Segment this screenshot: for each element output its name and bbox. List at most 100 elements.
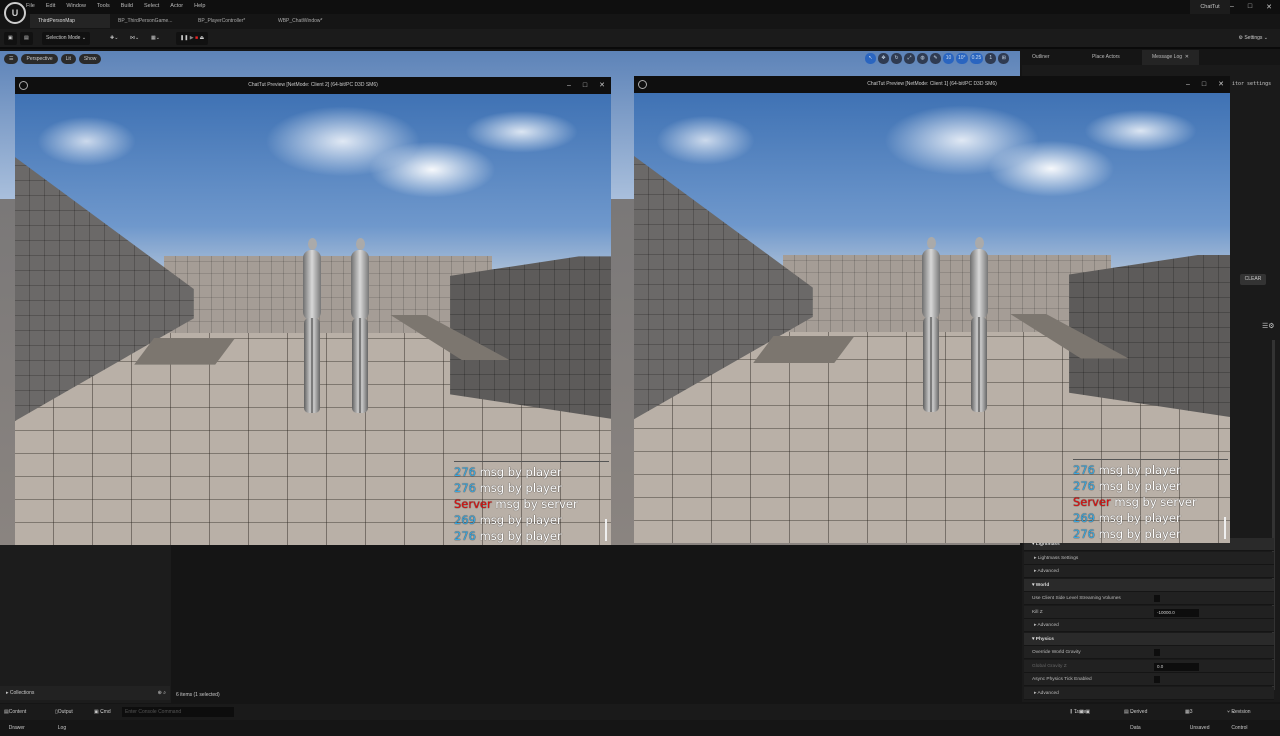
details-row: Async Physics Tick Enabled: [1024, 673, 1274, 686]
menu-tools[interactable]: Tools: [97, 3, 110, 9]
minimize-icon[interactable]: –: [567, 77, 571, 94]
chat-message: Server msg by server: [454, 496, 609, 512]
chat-sender: 276: [1073, 479, 1095, 493]
menu-edit[interactable]: Edit: [46, 3, 55, 9]
console-input[interactable]: Enter Console Command: [122, 707, 234, 717]
clear-button[interactable]: CLEAR: [1240, 274, 1266, 285]
minimize-icon[interactable]: –: [1230, 3, 1234, 11]
eject-icon[interactable]: ⏏: [199, 35, 204, 41]
chat-text: msg by server: [495, 497, 578, 511]
row-label: Advanced: [1037, 623, 1059, 628]
row-checkbox[interactable]: [1154, 595, 1160, 602]
stop-icon[interactable]: ■: [195, 35, 198, 41]
cinematics-icon[interactable]: ▦⌄: [147, 32, 164, 45]
maximize-icon[interactable]: □: [1202, 76, 1206, 93]
output-log-button[interactable]: ▯ Output Log: [55, 704, 73, 731]
viewport-transform-tools: ↖ ✥ ↻ ⤢ ◍ ✎ 10 10° 0.25 1 ⊞: [865, 53, 1010, 64]
menu-help[interactable]: Help: [194, 3, 205, 9]
row-value-input[interactable]: 0.0: [1154, 662, 1199, 671]
camera-speed[interactable]: 1: [985, 53, 997, 64]
maximize-icon[interactable]: □: [1248, 3, 1252, 11]
tab-wbp-chatwindow[interactable]: WBP_ChatWindow*: [270, 14, 350, 28]
blueprint-icon[interactable]: ⋈⌄: [126, 32, 143, 45]
derived-data-button[interactable]: ▤ Derived Data ⌄: [1124, 704, 1147, 731]
chat-text: msg by player: [479, 529, 562, 543]
layout-icon[interactable]: ⊞: [998, 53, 1010, 64]
tab-message-log[interactable]: Message Log ✕: [1142, 50, 1199, 65]
tab-bp-thirdpersongame[interactable]: BP_ThirdPersonGame...: [110, 14, 190, 28]
chat-text: msg by player: [479, 513, 562, 527]
unreal-icon: [638, 80, 647, 89]
show-button[interactable]: Show: [78, 54, 102, 64]
trace-button[interactable]: ⫼ Trace ⌄ ▣ ▣: [1070, 704, 1090, 720]
details-category[interactable]: ▾ World: [1024, 578, 1274, 592]
chat-text: msg by player: [1098, 463, 1181, 477]
game-view[interactable]: 276 msg by player 276 msg by player Server…: [634, 93, 1230, 543]
tab-place-actors[interactable]: Place Actors: [1082, 50, 1142, 65]
close-icon[interactable]: ✕: [1218, 76, 1224, 93]
row-label: Advanced: [1037, 569, 1059, 574]
tab-bp-playercontroller[interactable]: BP_PlayerController*: [190, 14, 270, 28]
close-icon[interactable]: ✕: [599, 77, 605, 94]
row-label: World: [1035, 582, 1050, 588]
settings-button[interactable]: ⚙ Settings ⌄: [1234, 32, 1272, 45]
details-row[interactable]: ▸ Advanced: [1024, 619, 1274, 632]
menu-actor[interactable]: Actor: [170, 3, 183, 9]
save-icon[interactable]: ▣: [4, 32, 17, 45]
details-row[interactable]: ▸ Advanced: [1024, 565, 1274, 578]
row-label: Lightmass Settings: [1037, 555, 1079, 561]
settings-icon[interactable]: ☰⚙: [1262, 322, 1275, 330]
lit-button[interactable]: Lit: [60, 54, 76, 64]
chat-window: 276 msg by player 276 msg by player Server…: [1073, 459, 1228, 541]
rotate-icon[interactable]: ↻: [891, 53, 902, 64]
menu-window[interactable]: Window: [66, 3, 86, 9]
chat-sender: Server: [454, 497, 492, 511]
details-row[interactable]: ▸ Advanced: [1024, 686, 1274, 700]
select-icon[interactable]: ↖: [865, 53, 876, 64]
collections-header[interactable]: ▸ Collections ⊕ ⌕: [0, 686, 170, 700]
browse-icon[interactable]: ▤: [20, 32, 33, 45]
collections-add-icon[interactable]: ⊕ ⌕: [158, 686, 166, 700]
chat-text: msg by player: [479, 465, 562, 479]
row-checkbox[interactable]: [1154, 649, 1160, 656]
viewport-menu-icon[interactable]: ☰: [4, 54, 19, 64]
chat-scrollbar[interactable]: [605, 519, 607, 541]
selection-mode-button[interactable]: Selection Mode ⌄: [42, 32, 91, 45]
scale-icon[interactable]: ⤢: [904, 53, 915, 64]
menu-file[interactable]: File: [26, 3, 35, 9]
surface-snap-icon[interactable]: ✎: [930, 53, 941, 64]
cmd-dropdown[interactable]: ▣ Cmd ⌄: [94, 704, 111, 720]
pause-icon[interactable]: ❚❚: [180, 35, 188, 41]
scale-snap[interactable]: 0.25: [969, 53, 984, 64]
chat-message: 276 msg by player: [454, 464, 609, 480]
add-actor-icon[interactable]: ✚⌄: [106, 32, 122, 45]
grid-snap[interactable]: 10: [943, 53, 954, 64]
preview-window-client-2: ChatTut Preview [NetMode: Client 2] (64-…: [15, 77, 611, 545]
chat-scrollbar[interactable]: [1224, 517, 1226, 539]
details-row[interactable]: ▸ Lightmass Settings: [1024, 551, 1274, 565]
move-icon[interactable]: ✥: [878, 53, 889, 64]
game-view[interactable]: 276 msg by player 276 msg by player Server…: [15, 94, 611, 545]
advance-icon[interactable]: ▶: [190, 35, 194, 41]
maximize-icon[interactable]: □: [583, 77, 587, 94]
world-icon[interactable]: ◍: [917, 53, 928, 64]
chat-text: msg by player: [479, 481, 562, 495]
menu-build[interactable]: Build: [121, 3, 133, 9]
tab-thirdpersonmap[interactable]: ThirdPersonMap: [30, 14, 110, 28]
close-icon[interactable]: ✕: [1266, 3, 1272, 11]
chat-sender: 276: [454, 481, 476, 495]
tab-outliner[interactable]: Outliner: [1022, 50, 1082, 65]
menu-select[interactable]: Select: [144, 3, 159, 9]
chat-sender: 269: [454, 513, 476, 527]
row-checkbox[interactable]: [1154, 676, 1160, 683]
content-drawer-button[interactable]: ▤ Content Drawer: [4, 704, 26, 731]
perspective-button[interactable]: Perspective: [21, 54, 58, 64]
player-character: [349, 238, 371, 418]
main-menu: File Edit Window Tools Build Select Acto…: [26, 3, 205, 9]
details-category[interactable]: ▾ Physics: [1024, 632, 1274, 646]
angle-snap[interactable]: 10°: [956, 53, 968, 64]
unsaved-button[interactable]: ▦ 3 Unsaved: [1185, 704, 1209, 731]
row-value-input[interactable]: -10000.0: [1154, 608, 1199, 617]
revision-control-button[interactable]: ⑂ Revision Control ⌄: [1227, 704, 1251, 731]
minimize-icon[interactable]: –: [1186, 76, 1190, 93]
